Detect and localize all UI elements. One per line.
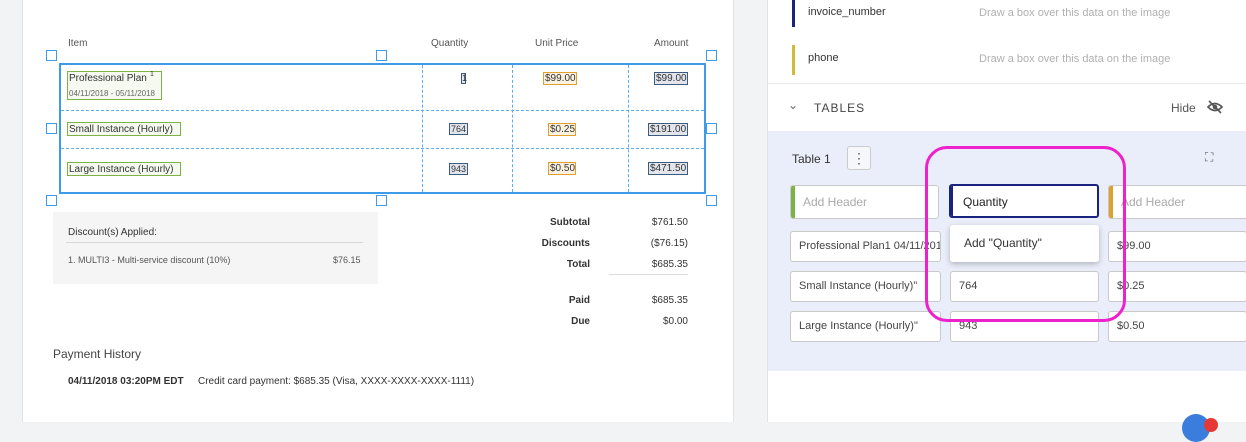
amount-text: $191.00 <box>650 124 687 135</box>
divider <box>66 242 363 243</box>
item-highlight: Large Instance (Hourly) <box>67 162 181 176</box>
annotation-highlight-ring <box>925 146 1126 322</box>
payment-date: 04/11/2018 03:20PM EDT <box>68 376 184 387</box>
header-quantity: Quantity <box>431 38 469 49</box>
resize-handle-top[interactable] <box>376 50 387 61</box>
quantity-highlight: 764 <box>449 123 468 135</box>
resize-handle-bottom-left[interactable] <box>46 195 57 206</box>
column-header-input[interactable]: Add Header <box>1108 185 1246 219</box>
item-date: 04/11/2018 - 05/11/2018 <box>69 89 155 98</box>
item-text: Professional Plan <box>69 73 147 84</box>
due-value: $0.00 <box>662 316 688 327</box>
unit-price-highlight: $0.50 <box>548 162 576 175</box>
discount-line: 1. MULTI3 - Multi-service discount (10%) <box>68 255 231 265</box>
resize-handle-left[interactable] <box>46 123 57 134</box>
column-divider[interactable] <box>512 65 513 192</box>
payment-history-title: Payment History <box>53 347 142 361</box>
item-text: Large Instance (Hourly) <box>69 164 174 175</box>
table-cell[interactable]: $0.50 <box>1108 311 1246 342</box>
quantity-text: 1 <box>462 73 468 83</box>
total-value: $685.35 <box>651 259 688 270</box>
field-color-bar <box>792 45 795 75</box>
field-phone[interactable]: phone Draw a box over this data on the i… <box>768 42 1246 88</box>
header-placeholder: Add Header <box>1121 195 1186 209</box>
column-divider[interactable] <box>628 65 629 192</box>
field-name: invoice_number <box>808 6 886 18</box>
item-highlight: Small Instance (Hourly) <box>67 122 181 136</box>
tables-section-header: ⌄ TABLES Hide <box>768 83 1246 131</box>
chevron-down-icon[interactable]: ⌄ <box>788 98 798 112</box>
amount-highlight: $471.50 <box>648 162 688 175</box>
more-options-icon[interactable]: ⋮ <box>847 146 871 170</box>
quantity-text: 943 <box>451 164 467 174</box>
unit-price-text: $0.50 <box>550 163 576 174</box>
quantity-highlight: 1 <box>461 73 468 84</box>
total-label: Total <box>566 259 590 270</box>
amount-text: $471.50 <box>650 163 687 174</box>
resize-handle-bottom-right[interactable] <box>706 195 717 206</box>
subtotal-label: Subtotal <box>550 217 590 228</box>
field-color-bar <box>792 0 795 27</box>
item-highlight: Professional Plan 1 04/11/2018 - 05/11/2… <box>67 71 162 100</box>
field-name: phone <box>808 52 839 64</box>
tables-label: TABLES <box>814 101 866 115</box>
payment-text: Credit card payment: $685.35 (Visa, XXXX… <box>198 376 475 387</box>
due-label: Due <box>571 316 590 327</box>
field-hint: Draw a box over this data on the image <box>979 7 1171 19</box>
item-text: Small Instance (Hourly) <box>69 124 173 135</box>
resize-handle-bottom[interactable] <box>376 195 387 206</box>
row-divider[interactable] <box>61 148 704 149</box>
row-divider[interactable] <box>61 110 704 111</box>
notification-badge <box>1204 418 1218 432</box>
table-cell[interactable]: Small Instance (Hourly)" <box>790 271 941 302</box>
discounts-value: ($76.15) <box>650 238 688 249</box>
paid-value: $685.35 <box>651 295 688 306</box>
paid-label: Paid <box>568 295 590 306</box>
unit-price-text: $99.00 <box>545 73 576 84</box>
unit-price-highlight: $0.25 <box>548 123 576 136</box>
table-cell[interactable]: Large Instance (Hourly)" <box>790 311 941 342</box>
eye-off-icon[interactable] <box>1206 100 1224 119</box>
subtotal-value: $761.50 <box>651 217 688 228</box>
discounts-label: Discounts <box>541 238 590 249</box>
resize-handle-top-left[interactable] <box>46 50 57 61</box>
discount-box: Discount(s) Applied: 1. MULTI3 - Multi-s… <box>53 212 378 284</box>
header-item: Item <box>68 38 88 49</box>
table-cell[interactable]: Professional Plan1 04/11/2018 - 05/11/20… <box>790 231 941 262</box>
amount-highlight: $99.00 <box>654 72 688 85</box>
header-amount: Amount <box>654 38 689 49</box>
unit-price-text: $0.25 <box>550 124 576 135</box>
column-color-bar <box>791 186 795 218</box>
header-placeholder: Add Header <box>803 195 868 209</box>
quantity-highlight: 943 <box>449 163 468 175</box>
field-invoice-number[interactable]: invoice_number Draw a box over this data… <box>768 0 1246 46</box>
resize-handle-right[interactable] <box>706 123 717 134</box>
expand-icon[interactable]: ⛶ <box>1205 150 1213 165</box>
column-divider[interactable] <box>422 65 423 192</box>
amount-highlight: $191.00 <box>648 123 688 136</box>
table-title: Table 1 <box>792 152 831 166</box>
unit-price-highlight: $99.00 <box>543 72 577 85</box>
hide-button[interactable]: Hide <box>1171 101 1196 115</box>
field-hint: Draw a box over this data on the image <box>979 53 1171 65</box>
divider <box>609 274 688 275</box>
discount-title: Discount(s) Applied: <box>68 227 157 238</box>
amount-text: $99.00 <box>656 73 687 84</box>
resize-handle-top-right[interactable] <box>706 50 717 61</box>
header-unit-price: Unit Price <box>535 38 579 49</box>
table-cell[interactable]: $0.25 <box>1108 271 1246 302</box>
document-viewer: Item Quantity Unit Price Amount Professi… <box>0 0 767 422</box>
table-cell[interactable]: $99.00 <box>1108 231 1246 262</box>
quantity-text: 764 <box>451 124 467 134</box>
column-header-input[interactable]: Add Header <box>790 185 939 219</box>
discount-value: $76.15 <box>333 255 361 265</box>
item-superscript: 1 <box>150 71 154 78</box>
